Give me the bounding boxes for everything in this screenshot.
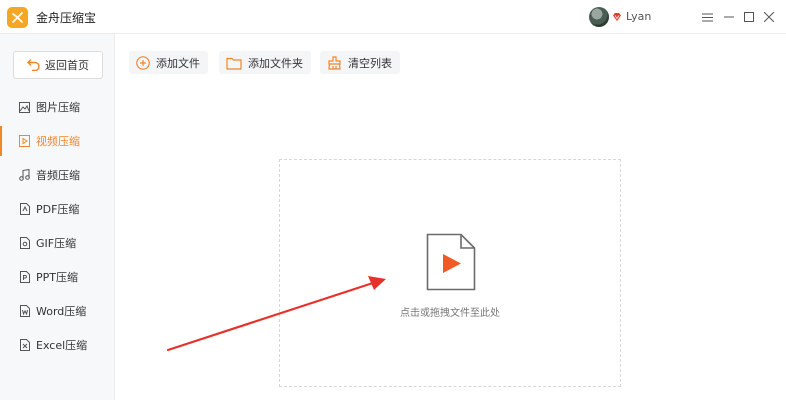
- add-circle-icon: [136, 55, 150, 70]
- sidebar-item-video[interactable]: 视频压缩: [0, 126, 114, 156]
- sidebar-item-label: 音频压缩: [36, 169, 80, 182]
- back-arrow-icon: [27, 59, 40, 71]
- sidebar-item-label: 视频压缩: [36, 135, 80, 148]
- app-logo-icon: [7, 7, 28, 28]
- video-file-play-icon: [426, 233, 476, 291]
- word-file-icon: [19, 305, 30, 317]
- add-file-label: 添加文件: [156, 56, 200, 70]
- image-icon: [19, 101, 30, 113]
- sidebar-item-label: Word压缩: [36, 305, 87, 318]
- file-drop-zone[interactable]: 点击或拖拽文件至此处: [279, 159, 621, 387]
- folder-icon: [226, 57, 242, 70]
- sidebar-item-image[interactable]: 图片压缩: [0, 92, 114, 122]
- avatar[interactable]: [589, 7, 609, 27]
- sidebar-item-word[interactable]: Word压缩: [0, 296, 114, 326]
- audio-icon: [19, 169, 30, 181]
- sidebar-item-label: PPT压缩: [36, 271, 78, 284]
- add-folder-label: 添加文件夹: [248, 56, 303, 70]
- username[interactable]: Lyan: [626, 10, 651, 23]
- sidebar-item-pdf[interactable]: PDF压缩: [0, 194, 114, 224]
- minimize-icon[interactable]: [720, 8, 738, 26]
- ppt-file-icon: [19, 271, 30, 283]
- pdf-file-icon: [19, 203, 30, 215]
- title-bar: 金舟压缩宝 Lyan: [0, 0, 786, 34]
- clear-list-button[interactable]: 清空列表: [320, 51, 400, 74]
- sidebar: 返回首页 图片压缩 视频压缩 音频压缩 PDF压缩 GIF压缩 PPT压缩 Wo…: [0, 34, 115, 400]
- sidebar-item-gif[interactable]: GIF压缩: [0, 228, 114, 258]
- back-home-button[interactable]: 返回首页: [13, 51, 103, 79]
- broom-icon: [328, 55, 341, 70]
- menu-icon[interactable]: [698, 8, 716, 26]
- app-title: 金舟压缩宝: [36, 11, 97, 25]
- vip-diamond-icon: [613, 13, 621, 21]
- sidebar-item-label: 图片压缩: [36, 101, 80, 114]
- sidebar-item-label: GIF压缩: [36, 237, 77, 250]
- sidebar-item-label: PDF压缩: [36, 203, 80, 216]
- excel-file-icon: [19, 339, 30, 351]
- clear-list-label: 清空列表: [348, 56, 392, 70]
- gif-file-icon: [19, 237, 30, 249]
- sidebar-item-label: Excel压缩: [36, 339, 88, 352]
- drop-hint: 点击或拖拽文件至此处: [400, 308, 500, 319]
- add-folder-button[interactable]: 添加文件夹: [219, 51, 311, 74]
- video-icon: [19, 135, 30, 147]
- sidebar-item-ppt[interactable]: PPT压缩: [0, 262, 114, 292]
- back-home-label: 返回首页: [45, 59, 89, 72]
- close-icon[interactable]: [760, 8, 778, 26]
- sidebar-item-audio[interactable]: 音频压缩: [0, 160, 114, 190]
- maximize-icon[interactable]: [740, 8, 758, 26]
- add-file-button[interactable]: 添加文件: [129, 51, 208, 74]
- sidebar-item-excel[interactable]: Excel压缩: [0, 330, 114, 360]
